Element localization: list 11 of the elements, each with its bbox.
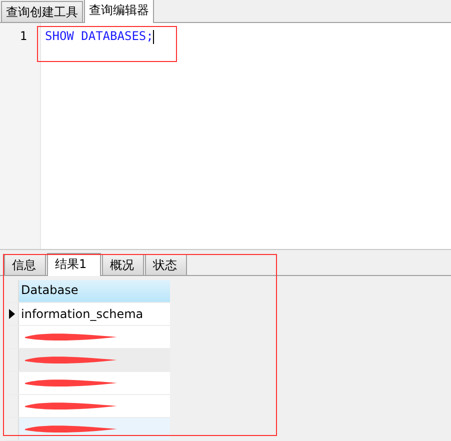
- tab[interactable]: 结果1: [47, 253, 101, 276]
- tab[interactable]: 查询编辑器: [84, 0, 154, 23]
- tab[interactable]: 概况: [102, 254, 144, 275]
- column-header[interactable]: Database: [19, 280, 170, 302]
- row-header[interactable]: [6, 303, 19, 325]
- tab[interactable]: 查询创建工具: [1, 1, 83, 22]
- current-row-icon: [9, 309, 15, 319]
- code-line: SHOW DATABASES;: [45, 29, 154, 44]
- line-number: 1: [18, 29, 28, 44]
- tab[interactable]: 状态: [145, 254, 187, 275]
- tab[interactable]: 信息: [4, 254, 46, 275]
